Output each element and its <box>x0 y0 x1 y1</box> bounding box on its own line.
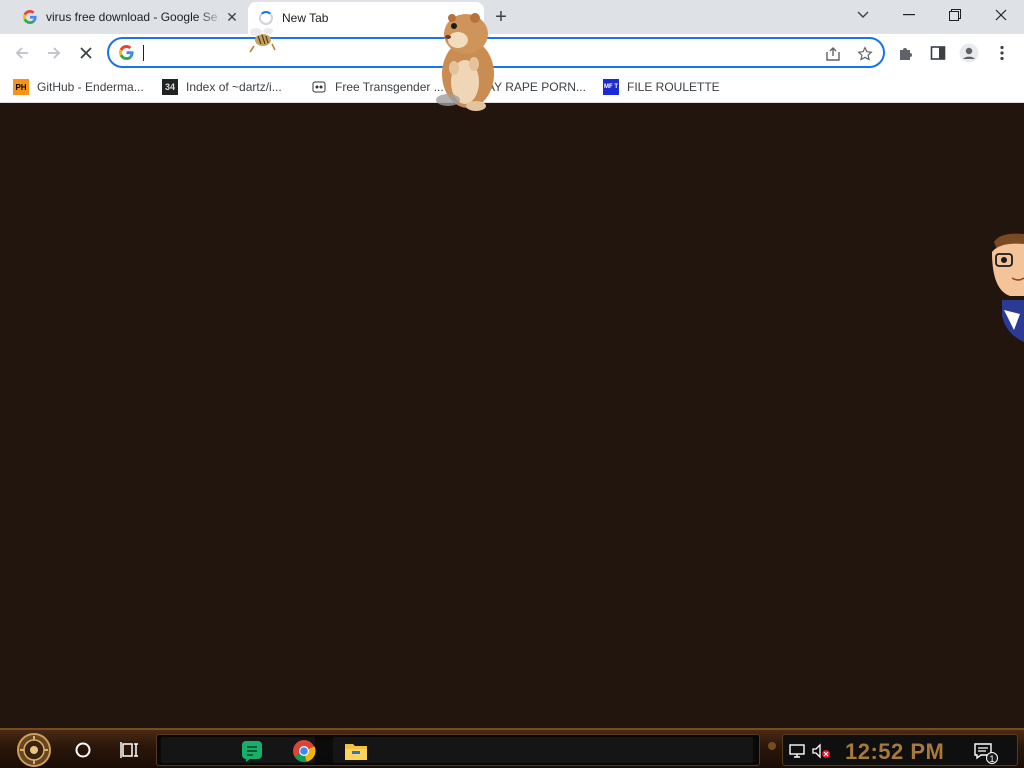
minimize-icon <box>903 14 915 16</box>
restore-button[interactable] <box>932 0 978 30</box>
bee-sprite <box>249 28 276 53</box>
hamster-sprite <box>436 13 494 111</box>
profile-avatar-icon[interactable] <box>959 43 979 63</box>
back-button[interactable] <box>8 39 36 67</box>
pixel-site-icon: 34 <box>162 79 178 95</box>
task-view-icon <box>120 742 138 758</box>
ph-logo-icon: PH <box>13 79 29 95</box>
taskbar-slot <box>333 737 753 763</box>
bookmark-label: Index of ~dartz/i... <box>186 80 282 94</box>
bookmarks-bar: PH GitHub - Enderma... 34 Index of ~dart… <box>0 72 1024 103</box>
clock[interactable]: 12:52 PM <box>845 739 944 765</box>
kebab-menu-icon[interactable] <box>992 43 1012 63</box>
globe-site-icon <box>311 79 327 95</box>
network-icon[interactable] <box>787 741 807 761</box>
bookmark-label: FILE ROULETTE <box>627 80 720 94</box>
file-explorer-icon[interactable] <box>343 738 369 764</box>
extensions-puzzle-icon[interactable] <box>896 43 916 63</box>
close-stop-icon <box>80 47 92 59</box>
bookmark-github[interactable]: PH GitHub - Enderma... <box>13 77 144 97</box>
chevron-down-icon <box>857 11 869 18</box>
restore-icon <box>949 9 961 21</box>
close-window-button[interactable] <box>978 0 1024 30</box>
stop-loading-button[interactable] <box>72 39 100 67</box>
chrome-icon[interactable] <box>291 738 317 764</box>
cartoon-man-sprite <box>992 233 1024 342</box>
tab-search-button[interactable] <box>840 0 886 30</box>
close-tab-icon[interactable]: ✕ <box>224 9 240 25</box>
steampunk-start-orb-icon[interactable] <box>10 732 60 768</box>
system-tray: 12:52 PM 1 <box>782 734 1018 766</box>
share-icon[interactable] <box>823 44 843 64</box>
google-g-icon <box>22 9 38 25</box>
volume-muted-icon[interactable] <box>811 741 831 761</box>
notification-count-badge: 1 <box>986 752 998 764</box>
text-caret <box>143 45 144 61</box>
minimize-button[interactable] <box>886 0 932 30</box>
close-icon <box>995 9 1007 21</box>
arrow-left-icon <box>15 47 28 59</box>
task-view-button[interactable] <box>116 736 144 764</box>
arrow-right-icon <box>48 47 61 59</box>
green-chat-app-icon[interactable] <box>239 738 265 764</box>
bookmark-star-icon[interactable] <box>855 44 875 64</box>
bookmark-label: GitHub - Enderma... <box>37 80 144 94</box>
bookmark-file-roulette[interactable]: MF T FILE ROULETTE <box>603 77 720 97</box>
search-button[interactable] <box>69 736 97 764</box>
taskbar: 12:52 PM 1 <box>0 728 1024 768</box>
bookmark-index-dartz[interactable]: 34 Index of ~dartz/i... <box>162 77 282 97</box>
file-roulette-icon: MF T <box>603 79 619 95</box>
tab-google-search[interactable]: virus free download - Google Se ✕ <box>12 0 248 34</box>
cortana-circle-icon <box>75 742 91 758</box>
browser-toolbar <box>0 34 1024 72</box>
google-g-icon <box>119 45 134 60</box>
taskbar-app-area <box>156 734 760 766</box>
tray-chevron-icon[interactable] <box>762 736 782 756</box>
tab-strip: virus free download - Google Se ✕ New Ta… <box>0 0 1024 34</box>
page-content <box>0 104 1024 730</box>
side-panel-icon[interactable] <box>928 43 948 63</box>
tab-title: virus free download - Google Se <box>46 10 218 24</box>
forward-button[interactable] <box>40 39 68 67</box>
